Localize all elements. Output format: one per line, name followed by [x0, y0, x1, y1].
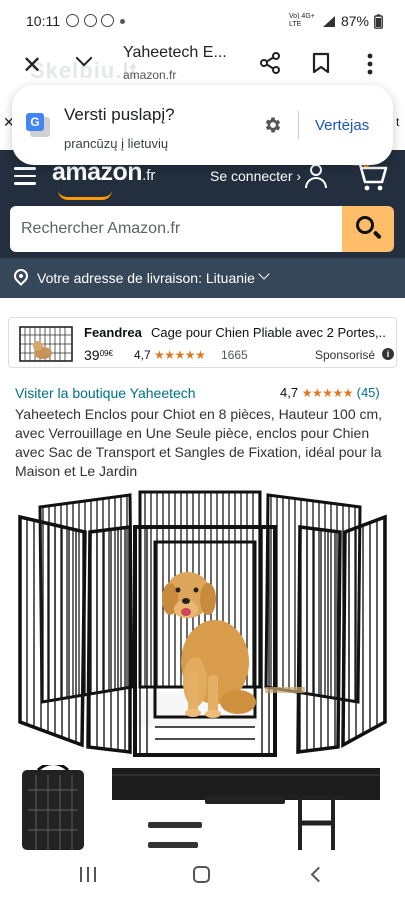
status-bar: 10:11 Vo) 4G+ LTE 87% [0, 0, 405, 40]
status-time: 10:11 [26, 13, 60, 29]
store-link[interactable]: Visiter la boutique Yaheetech [15, 385, 196, 401]
notification-icon [101, 14, 114, 27]
status-right: Vo) 4G+ LTE 87% [289, 13, 383, 29]
page-url[interactable]: amazon.fr [123, 68, 176, 82]
sponsored-brand[interactable]: Feandrea [84, 325, 142, 340]
signal-icon [322, 15, 335, 27]
share-icon[interactable] [259, 52, 281, 74]
system-nav-bar [0, 850, 405, 900]
home-icon[interactable] [193, 866, 210, 883]
gear-icon[interactable] [263, 115, 283, 135]
notification-icon [66, 14, 79, 27]
network-label: Vo) 4G+ LTE [288, 13, 315, 28]
recent-apps-icon[interactable] [80, 867, 98, 882]
battery-icon [374, 13, 383, 29]
chevron-down-icon[interactable] [75, 52, 95, 72]
star-rating-icon: ★★★★★ [301, 386, 354, 400]
product-title: Yaheetech Enclos pour Chiot en 8 pièces,… [15, 406, 383, 479]
product-image[interactable] [10, 487, 395, 762]
translate-languages: prancūzų į lietuvių [64, 136, 169, 151]
google-translate-icon: G [26, 113, 50, 137]
chevron-down-icon [258, 268, 270, 280]
product-rating[interactable]: 4,7 ★★★★★ (45) [280, 385, 380, 400]
product-thumbnails[interactable] [0, 765, 405, 850]
edge-text: t [396, 115, 400, 129]
page-title[interactable]: Yaheetech E... [123, 44, 227, 62]
search-input[interactable] [10, 206, 344, 252]
info-icon[interactable]: i [382, 348, 394, 360]
sponsored-banner[interactable]: Feandrea Cage pour Chien Pliable avec 2 … [8, 317, 397, 368]
more-notifications-icon [120, 19, 125, 24]
translate-popup: G Versti puslapį? prancūzų į lietuvių Ve… [12, 85, 393, 165]
back-icon[interactable] [310, 866, 327, 883]
divider [298, 111, 299, 139]
amazon-smile [58, 190, 112, 200]
delivery-address[interactable]: Votre adresse de livraison: Lituanie [37, 270, 255, 286]
browser-toolbar: Skelbiu.lt ✕ Yaheetech E... amazon.fr [0, 40, 405, 88]
sponsored-title[interactable]: Cage pour Chien Pliable avec 2 Portes,..… [151, 325, 386, 340]
menu-icon[interactable] [14, 167, 36, 185]
translate-prompt: Versti puslapį? [64, 105, 175, 124]
notification-icon [84, 14, 97, 27]
sponsored-price: 3909€ [84, 347, 113, 363]
search-button[interactable] [342, 206, 394, 252]
search-icon [356, 216, 374, 234]
search-bar [0, 202, 405, 258]
thumbnail-bag[interactable] [22, 765, 84, 850]
sponsored-label[interactable]: Sponsorisé [315, 348, 375, 362]
sponsored-review-count: 1665 [221, 348, 248, 362]
bookmark-icon[interactable] [312, 52, 330, 74]
user-icon[interactable] [304, 164, 328, 188]
sponsored-product-image[interactable] [15, 321, 78, 365]
more-icon[interactable] [366, 53, 374, 75]
sponsored-rating: 4,7 ★★★★★ [134, 348, 206, 362]
star-rating-icon: ★★★★★ [154, 348, 206, 362]
close-icon[interactable]: ✕ [22, 51, 42, 79]
battery-label: 87% [340, 13, 369, 29]
translate-button[interactable]: Vertėjas [315, 117, 369, 134]
signin-link[interactable]: Se connecter › [210, 168, 301, 184]
location-pin-icon [11, 266, 31, 286]
thumbnail-accessories[interactable] [112, 768, 380, 850]
search-field-wrap [10, 206, 344, 252]
delivery-address-bar[interactable]: Votre adresse de livraison: Lituanie [0, 258, 405, 298]
